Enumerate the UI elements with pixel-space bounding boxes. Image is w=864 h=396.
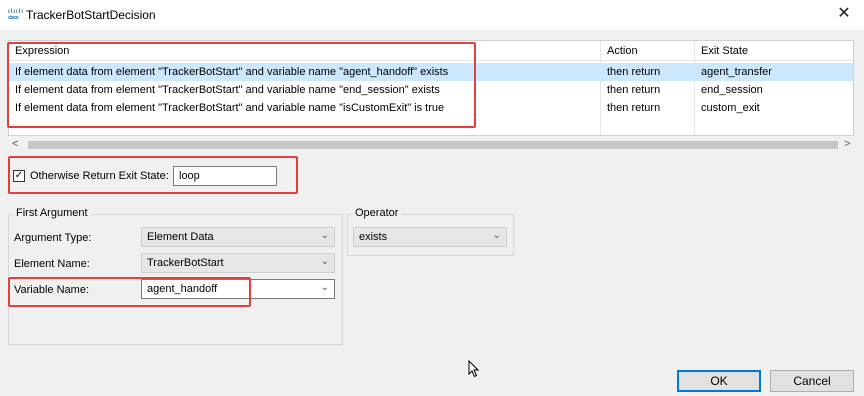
cisco-logo-icon: ılıılı cisco	[8, 9, 25, 21]
operator-value: exists	[359, 231, 388, 243]
scroll-left-icon[interactable]: <	[12, 138, 18, 150]
highlight-box-expressions	[7, 42, 476, 128]
element-name-label: Element Name:	[14, 258, 90, 270]
ok-button[interactable]: OK	[677, 370, 761, 392]
column-header-exit-state[interactable]: Exit State	[701, 45, 748, 57]
action-cell: then return	[607, 102, 661, 114]
chevron-down-icon: ⌄	[320, 282, 329, 293]
exit-state-cell: end_session	[701, 84, 763, 96]
column-header-action[interactable]: Action	[607, 45, 638, 57]
window-title: TrackerBotStartDecision	[26, 8, 156, 22]
chevron-down-icon: ⌄	[320, 230, 329, 241]
operator-dropdown[interactable]: exists ⌄	[353, 227, 507, 247]
argument-type-dropdown[interactable]: Element Data ⌄	[141, 227, 335, 247]
exit-state-cell: custom_exit	[701, 102, 760, 114]
chevron-down-icon: ⌄	[320, 256, 329, 267]
first-argument-title: First Argument	[13, 207, 91, 219]
title-bar: ılıılı cisco TrackerBotStartDecision ✕	[0, 0, 864, 30]
action-cell: then return	[607, 66, 661, 78]
scroll-right-icon[interactable]: >	[844, 138, 850, 150]
highlight-box-variable-name	[8, 277, 251, 307]
close-icon[interactable]: ✕	[834, 3, 854, 23]
scrollbar-thumb[interactable]	[28, 141, 838, 149]
action-cell: then return	[607, 84, 661, 96]
highlight-box-otherwise	[8, 156, 298, 194]
horizontal-scrollbar[interactable]: < >	[8, 138, 854, 152]
argument-type-label: Argument Type:	[14, 232, 92, 244]
cancel-button[interactable]: Cancel	[770, 370, 854, 392]
exit-state-cell: agent_transfer	[701, 66, 772, 78]
element-name-value: TrackerBotStart	[147, 257, 224, 269]
argument-type-value: Element Data	[147, 231, 214, 243]
element-name-dropdown[interactable]: TrackerBotStart ⌄	[141, 253, 335, 273]
operator-title: Operator	[352, 207, 402, 219]
chevron-down-icon: ⌄	[492, 230, 501, 241]
mouse-pointer-icon	[468, 360, 480, 378]
